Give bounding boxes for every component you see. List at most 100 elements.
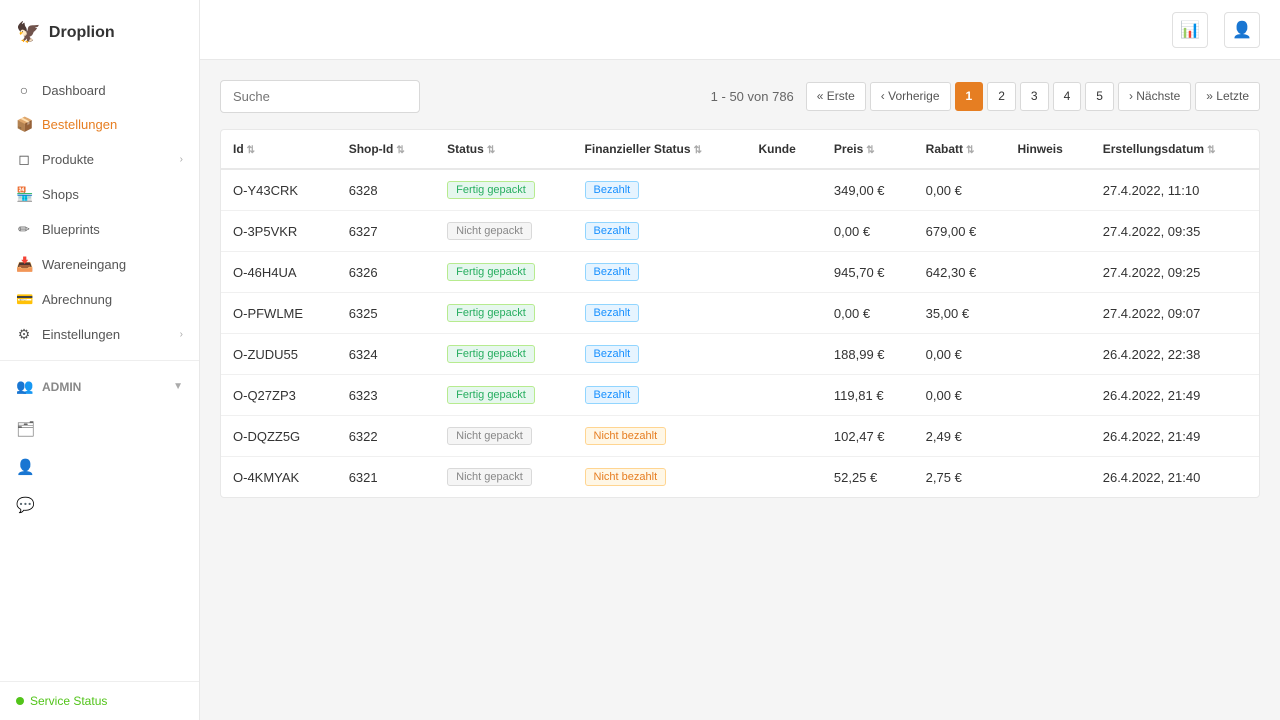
cell-rabatt: 0,00 € <box>914 334 1006 375</box>
cell-shop-id: 6325 <box>337 293 435 334</box>
cell-datum: 27.4.2022, 11:10 <box>1091 169 1259 211</box>
sidebar-item-blueprints[interactable]: ✏ Blueprints <box>0 212 199 247</box>
table-row[interactable]: O-ZUDU556324Fertig gepacktBezahlt188,99 … <box>221 334 1259 375</box>
badge-cell-status: Fertig gepackt <box>447 345 535 363</box>
sidebar-item-dashboard[interactable]: ○ Dashboard <box>0 73 199 107</box>
col-header-rabatt[interactable]: Rabatt⇅ <box>914 130 1006 169</box>
badge-cell-status: Nicht gepackt <box>447 468 532 486</box>
nav-icon-abrechnung: 💳 <box>16 291 32 308</box>
admin-section[interactable]: 👥 Admin ▼ <box>0 369 199 404</box>
cell-preis: 119,81 € <box>822 375 914 416</box>
status-dot <box>16 697 24 705</box>
sidebar-footer[interactable]: Service Status <box>0 681 199 720</box>
logo-icon: 🦅 <box>16 20 41 45</box>
col-header-shop_id[interactable]: Shop-Id⇅ <box>337 130 435 169</box>
cell-kunde <box>746 169 821 211</box>
badge-cell-fin-status: Bezahlt <box>585 181 640 199</box>
table-row[interactable]: O-4KMYAK6321Nicht gepacktNicht bezahlt52… <box>221 457 1259 498</box>
cell-kunde <box>746 416 821 457</box>
cell-hinweis <box>1005 457 1090 498</box>
content-area: 1 - 50 von 786 « Erste ‹ Vorherige 1 2 3… <box>200 60 1280 720</box>
nav-icon-produkte: ◻ <box>16 151 32 168</box>
cell-fin-status: Nicht bezahlt <box>573 457 747 498</box>
cell-preis: 188,99 € <box>822 334 914 375</box>
cell-shop-id: 6324 <box>337 334 435 375</box>
table-row[interactable]: O-Q27ZP36323Fertig gepacktBezahlt119,81 … <box>221 375 1259 416</box>
page-4-button[interactable]: 4 <box>1053 82 1082 111</box>
page-2-button[interactable]: 2 <box>987 82 1016 111</box>
sidebar-item-shops[interactable]: 🏪 Shops <box>0 177 199 212</box>
page-5-button[interactable]: 5 <box>1085 82 1114 111</box>
sidebar-item-produkte[interactable]: ◻ Produkte › <box>0 142 199 177</box>
orders-table: Id⇅Shop-Id⇅Status⇅Finanzieller Status⇅Ku… <box>221 130 1259 497</box>
table-row[interactable]: O-3P5VKR6327Nicht gepacktBezahlt0,00 €67… <box>221 211 1259 252</box>
cell-rabatt: 642,30 € <box>914 252 1006 293</box>
admin-icon-user[interactable]: 👤 <box>16 450 183 484</box>
cell-fin-status: Bezahlt <box>573 334 747 375</box>
col-header-status[interactable]: Status⇅ <box>435 130 572 169</box>
table-row[interactable]: O-PFWLME6325Fertig gepacktBezahlt0,00 €3… <box>221 293 1259 334</box>
cell-kunde <box>746 457 821 498</box>
table-row[interactable]: O-Y43CRK6328Fertig gepacktBezahlt349,00 … <box>221 169 1259 211</box>
cell-shop-id: 6326 <box>337 252 435 293</box>
table-row[interactable]: O-DQZZ5G6322Nicht gepacktNicht bezahlt10… <box>221 416 1259 457</box>
sidebar-nav: ○ Dashboard 📦 Bestellungen ◻ Produkte › … <box>0 65 199 681</box>
badge-cell-fin-status: Bezahlt <box>585 263 640 281</box>
cell-status: Nicht gepackt <box>435 416 572 457</box>
col-header-kunde: Kunde <box>746 130 821 169</box>
col-header-id[interactable]: Id⇅ <box>221 130 337 169</box>
cell-hinweis <box>1005 334 1090 375</box>
cell-datum: 27.4.2022, 09:25 <box>1091 252 1259 293</box>
admin-icon-files[interactable]: 🗂 <box>16 412 183 446</box>
sort-icon-fin_status: ⇅ <box>694 145 702 156</box>
sidebar-item-einstellungen[interactable]: ⚙ Einstellungen › <box>0 317 199 352</box>
cell-preis: 0,00 € <box>822 293 914 334</box>
cell-shop-id: 6322 <box>337 416 435 457</box>
col-header-erstellungsdatum[interactable]: Erstellungsdatum⇅ <box>1091 130 1259 169</box>
page-3-button[interactable]: 3 <box>1020 82 1049 111</box>
nav-label-shops: Shops <box>42 187 79 202</box>
page-prev-button[interactable]: ‹ Vorherige <box>870 82 951 111</box>
badge-cell-status: Fertig gepackt <box>447 386 535 404</box>
nav-label-blueprints: Blueprints <box>42 222 100 237</box>
cell-datum: 26.4.2022, 21:40 <box>1091 457 1259 498</box>
cell-fin-status: Nicht bezahlt <box>573 416 747 457</box>
cell-datum: 26.4.2022, 21:49 <box>1091 416 1259 457</box>
badge-cell-status: Fertig gepackt <box>447 304 535 322</box>
cell-kunde <box>746 334 821 375</box>
table-row[interactable]: O-46H4UA6326Fertig gepacktBezahlt945,70 … <box>221 252 1259 293</box>
cell-datum: 27.4.2022, 09:35 <box>1091 211 1259 252</box>
nav-icon-bestellungen: 📦 <box>16 116 32 133</box>
sidebar-item-wareneingang[interactable]: 📥 Wareneingang <box>0 247 199 282</box>
page-next-button[interactable]: › Nächste <box>1118 82 1191 111</box>
badge-cell-fin-status: Bezahlt <box>585 345 640 363</box>
col-header-fin_status[interactable]: Finanzieller Status⇅ <box>573 130 747 169</box>
cell-datum: 26.4.2022, 22:38 <box>1091 334 1259 375</box>
user-button[interactable]: 👤 <box>1224 12 1260 48</box>
admin-icon-chat[interactable]: 💬 <box>16 488 183 522</box>
sort-icon-shop_id: ⇅ <box>396 145 404 156</box>
sort-icon-status: ⇅ <box>487 145 495 156</box>
page-last-button[interactable]: » Letzte <box>1195 82 1260 111</box>
page-1-button[interactable]: 1 <box>955 82 984 111</box>
cell-datum: 26.4.2022, 21:49 <box>1091 375 1259 416</box>
page-first-button[interactable]: « Erste <box>806 82 866 111</box>
col-header-hinweis: Hinweis <box>1005 130 1090 169</box>
search-input[interactable] <box>220 80 420 113</box>
nav-label-abrechnung: Abrechnung <box>42 292 112 307</box>
cell-status: Fertig gepackt <box>435 169 572 211</box>
cell-hinweis <box>1005 169 1090 211</box>
badge-cell-fin-status: Nicht bezahlt <box>585 427 667 445</box>
app-logo[interactable]: 🦅 Droplion <box>0 0 199 65</box>
cell-rabatt: 2,49 € <box>914 416 1006 457</box>
sidebar-item-abrechnung[interactable]: 💳 Abrechnung <box>0 282 199 317</box>
header: 📊 👤 <box>200 0 1280 60</box>
col-header-preis[interactable]: Preis⇅ <box>822 130 914 169</box>
nav-divider <box>0 360 199 361</box>
cell-preis: 349,00 € <box>822 169 914 211</box>
sidebar-item-bestellungen[interactable]: 📦 Bestellungen <box>0 107 199 142</box>
app-name: Droplion <box>49 24 115 42</box>
cell-kunde <box>746 252 821 293</box>
chart-button[interactable]: 📊 <box>1172 12 1208 48</box>
table-header: Id⇅Shop-Id⇅Status⇅Finanzieller Status⇅Ku… <box>221 130 1259 169</box>
